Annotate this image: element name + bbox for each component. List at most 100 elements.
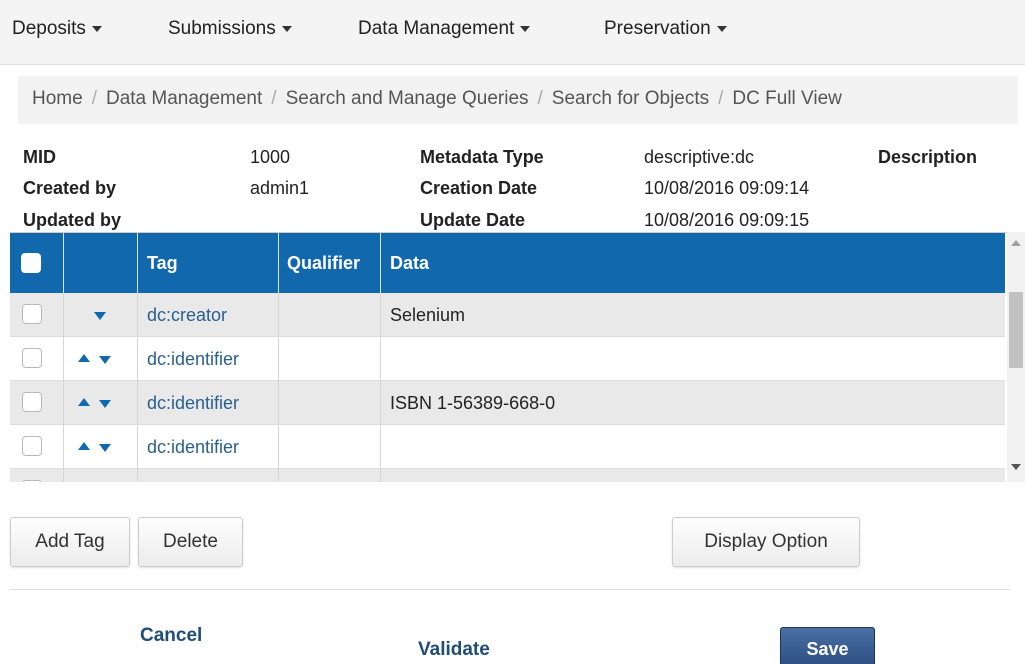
row-checkbox[interactable]	[22, 436, 42, 456]
column-separator	[278, 233, 279, 293]
creation-date-value: 10/08/2016 09:09:14	[644, 178, 810, 198]
row-separator	[380, 425, 381, 469]
nav-data-management-label: Data Management	[358, 18, 515, 39]
save-button[interactable]: Save	[780, 627, 875, 664]
move-down-icon[interactable]	[94, 312, 106, 320]
move-up-icon[interactable]	[78, 398, 90, 406]
nav-preservation-label: Preservation	[604, 18, 711, 39]
table-row: dc:creator Selenium	[10, 293, 1005, 337]
select-all-checkbox[interactable]	[21, 253, 41, 273]
row-separator	[278, 469, 279, 482]
row-separator	[278, 337, 279, 381]
table-row: dc:identifier	[10, 425, 1005, 469]
caret-down-icon	[520, 25, 531, 32]
created-by-value: admin1	[250, 178, 310, 198]
row-checkbox[interactable]	[22, 304, 42, 324]
scroll-down-icon[interactable]	[1011, 464, 1021, 470]
scroll-thumb[interactable]	[1009, 292, 1023, 368]
display-option-button[interactable]: Display Option	[672, 517, 860, 567]
nav-submissions-label: Submissions	[168, 18, 276, 39]
row-separator	[63, 293, 64, 337]
tag-grid: Tag Qualifier Data dc:creator Selenium d…	[10, 232, 1015, 482]
delete-button[interactable]: Delete	[138, 517, 243, 567]
row-separator	[380, 293, 381, 337]
breadcrumb: Home / Data Management / Search and Manage Q…	[18, 76, 1018, 124]
update-date-label: Update Date	[420, 210, 526, 230]
move-down-icon[interactable]	[99, 444, 111, 452]
data-cell: Selenium	[390, 305, 466, 325]
row-separator	[278, 381, 279, 425]
column-separator	[137, 233, 138, 293]
row-separator	[278, 293, 279, 337]
column-separator	[63, 233, 64, 293]
metadata-details: MID 1000 Created by admin1 Updated by Me…	[0, 140, 1025, 232]
row-separator	[380, 337, 381, 381]
nav-deposits[interactable]: Deposits	[12, 18, 102, 40]
row-separator	[278, 425, 279, 469]
mid-label: MID	[23, 147, 56, 167]
breadcrumb-separator: /	[718, 88, 724, 109]
tag-cell[interactable]: dc:identifier	[147, 349, 239, 370]
row-separator	[137, 425, 138, 469]
row-separator	[63, 337, 64, 381]
mid-value: 1000	[250, 147, 291, 167]
description-label: Description	[878, 147, 978, 167]
top-navbar: Deposits Submissions Data Management Pre…	[0, 0, 1025, 65]
row-separator	[63, 425, 64, 469]
breadcrumb-separator: /	[271, 88, 277, 109]
breadcrumb-data-management[interactable]: Data Management	[106, 88, 262, 109]
caret-down-icon	[281, 25, 292, 32]
tag-cell[interactable]: dc:creator	[147, 305, 227, 326]
column-separator	[380, 233, 381, 293]
tag-cell[interactable]: dc:identifier	[147, 393, 239, 414]
validate-button[interactable]: Validate	[418, 639, 490, 661]
table-row: dc:identifier	[10, 337, 1005, 381]
row-separator	[137, 293, 138, 337]
breadcrumb-separator: /	[91, 88, 97, 109]
grid-scrollbar[interactable]	[1007, 232, 1025, 482]
scroll-up-icon[interactable]	[1011, 240, 1021, 246]
breadcrumb-search-manage-queries[interactable]: Search and Manage Queries	[286, 88, 529, 109]
breadcrumb-trail: Home / Data Management / Search and Manage Q…	[32, 88, 842, 110]
row-separator	[380, 381, 381, 425]
column-header-tag[interactable]: Tag	[147, 253, 178, 274]
row-separator	[137, 381, 138, 425]
column-header-data[interactable]: Data	[390, 253, 429, 274]
nav-deposits-label: Deposits	[12, 18, 86, 39]
divider	[10, 589, 1010, 590]
move-up-icon[interactable]	[78, 354, 90, 362]
breadcrumb-current: DC Full View	[732, 88, 842, 109]
add-tag-button[interactable]: Add Tag	[10, 517, 130, 567]
row-checkbox[interactable]	[22, 480, 42, 482]
nav-submissions[interactable]: Submissions	[168, 18, 292, 40]
creation-date-label: Creation Date	[420, 178, 538, 198]
table-row	[10, 469, 1005, 482]
metadata-type-label: Metadata Type	[420, 147, 544, 167]
move-down-icon[interactable]	[99, 400, 111, 408]
caret-down-icon	[716, 25, 727, 32]
tag-cell[interactable]: dc:identifier	[147, 437, 239, 458]
data-cell: ISBN 1-56389-668-0	[390, 393, 556, 413]
row-separator	[380, 469, 381, 482]
row-separator	[137, 337, 138, 381]
breadcrumb-home[interactable]: Home	[32, 88, 83, 109]
grid-header: Tag Qualifier Data	[10, 233, 1005, 293]
created-by-label: Created by	[23, 178, 117, 198]
column-header-qualifier[interactable]: Qualifier	[287, 253, 360, 274]
caret-down-icon	[91, 25, 102, 32]
cancel-button[interactable]: Cancel	[140, 625, 202, 647]
metadata-type-value: descriptive:dc	[644, 147, 755, 167]
row-separator	[63, 469, 64, 482]
row-separator	[137, 469, 138, 482]
nav-preservation[interactable]: Preservation	[604, 18, 727, 40]
breadcrumb-separator: /	[537, 88, 543, 109]
row-checkbox[interactable]	[22, 348, 42, 368]
move-down-icon[interactable]	[99, 356, 111, 364]
updated-by-label: Updated by	[23, 210, 122, 230]
update-date-value: 10/08/2016 09:09:15	[644, 210, 810, 230]
nav-data-management[interactable]: Data Management	[358, 18, 531, 40]
breadcrumb-search-objects[interactable]: Search for Objects	[552, 88, 709, 109]
row-separator	[63, 381, 64, 425]
row-checkbox[interactable]	[22, 392, 42, 412]
move-up-icon[interactable]	[78, 442, 90, 450]
